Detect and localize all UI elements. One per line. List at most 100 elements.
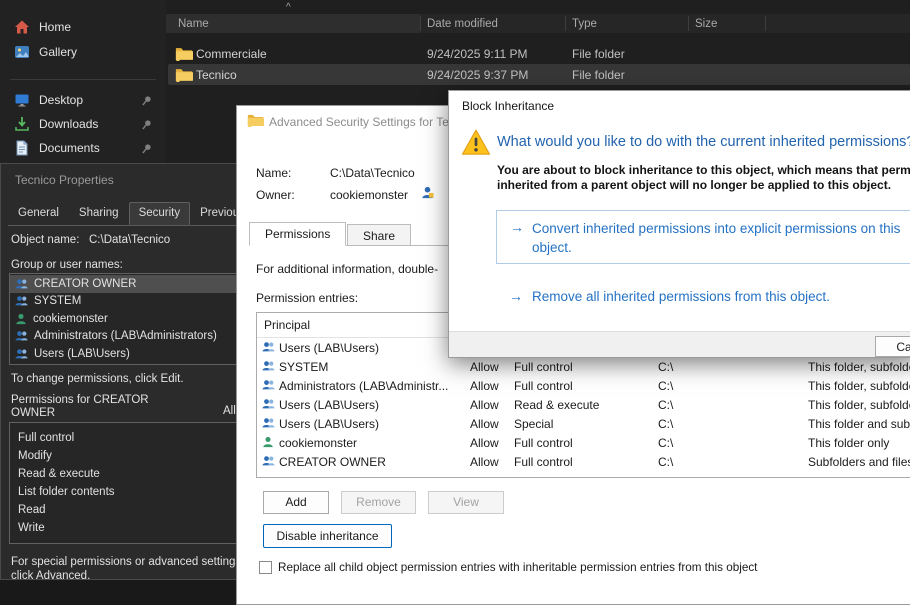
group-icon <box>262 360 275 372</box>
column-header-type[interactable]: Type <box>572 18 597 30</box>
column-header-date-modified[interactable]: Date modified <box>427 18 498 30</box>
replace-permissions-checkbox[interactable] <box>259 561 272 574</box>
permission-label: Read <box>18 504 46 516</box>
entry-applies-to: This folder, subfolde... <box>808 398 910 412</box>
permission-label: Write <box>18 522 45 534</box>
list-item-label: SYSTEM <box>34 295 81 307</box>
group-icon <box>15 330 28 342</box>
convert-option-label: Convert inherited permissions into expli… <box>532 219 910 257</box>
tab-general[interactable]: General <box>8 202 69 225</box>
group-icon <box>262 398 275 410</box>
dialog-body-line2: inherited from a parent object will no l… <box>497 178 891 192</box>
tab-security[interactable]: Security <box>129 202 191 225</box>
entry-applies-to: This folder, subfolde... <box>808 360 910 374</box>
cancel-button[interactable]: Cancel <box>875 336 910 357</box>
permission-label: Modify <box>18 450 52 462</box>
desktop-icon <box>14 92 30 108</box>
entry-applies-to: This folder, subfolde... <box>808 379 910 393</box>
add-button[interactable]: Add <box>263 491 329 514</box>
dialog-title: Advanced Security Settings for Tecnico <box>269 115 477 129</box>
folder-icon <box>175 46 193 61</box>
convert-permissions-option[interactable]: → Convert inherited permissions into exp… <box>496 210 910 264</box>
entry-type: Allow <box>470 398 499 412</box>
sidebar-item-home[interactable]: Home <box>5 15 161 39</box>
column-header-principal[interactable]: Principal <box>264 318 310 332</box>
file-name: Commerciale <box>196 47 267 61</box>
name-label: Name: <box>256 166 291 180</box>
entry-access: Full control <box>514 360 573 374</box>
sidebar-item-desktop[interactable]: Desktop <box>5 88 161 112</box>
sort-ascending-icon: ^ <box>286 2 291 13</box>
additional-info-text: For additional information, double- <box>256 262 438 276</box>
entry-inherited-from: C:\ <box>658 417 673 431</box>
group-icon <box>262 379 275 391</box>
object-name-value: C:\Data\Tecnico <box>89 234 170 246</box>
remove-permissions-option[interactable]: → Remove all inherited permissions from … <box>509 287 830 306</box>
object-name-label: Object name: <box>11 234 79 246</box>
permission-entry-row[interactable]: Users (LAB\Users) Allow Read & execute C… <box>257 395 910 414</box>
entry-principal: Users (LAB\Users) <box>279 341 379 355</box>
file-type: File folder <box>572 68 625 82</box>
permission-entry-row[interactable]: cookiemonster Allow Full control C:\ Thi… <box>257 433 910 452</box>
permission-entry-row[interactable]: Administrators (LAB\Administr... Allow F… <box>257 376 910 395</box>
column-header-name[interactable]: Name <box>178 18 209 30</box>
name-value: C:\Data\Tecnico <box>330 166 415 180</box>
entry-principal: Administrators (LAB\Administr... <box>279 379 448 393</box>
tab-permissions[interactable]: Permissions <box>249 222 346 246</box>
column-divider[interactable] <box>565 16 566 31</box>
entry-inherited-from: C:\ <box>658 455 673 469</box>
column-divider[interactable] <box>420 16 421 31</box>
entry-applies-to: This folder and subfo... <box>808 417 910 431</box>
tab-sharing[interactable]: Sharing <box>69 202 129 225</box>
arrow-icon: → <box>510 219 524 235</box>
warning-icon <box>461 129 491 156</box>
edit-hint-text: To change permissions, click Edit. <box>11 373 184 385</box>
permission-label: Read & execute <box>18 468 100 480</box>
sidebar-item-label: Documents <box>39 141 100 155</box>
entry-inherited-from: C:\ <box>658 379 673 393</box>
file-date-modified: 9/24/2025 9:11 PM <box>427 47 528 61</box>
entry-principal: Users (LAB\Users) <box>279 398 379 412</box>
column-divider[interactable] <box>765 16 766 31</box>
permission-entry-row[interactable]: CREATOR OWNER Allow Full control C:\ Sub… <box>257 452 910 471</box>
list-item-label: CREATOR OWNER <box>34 278 136 290</box>
folder-icon <box>247 113 264 127</box>
documents-icon <box>14 140 30 156</box>
list-item-label: cookiemonster <box>33 313 108 325</box>
group-icon <box>262 417 275 429</box>
column-divider[interactable] <box>688 16 689 31</box>
sidebar-item-label: Desktop <box>39 93 83 107</box>
tab-share[interactable]: Share <box>347 224 411 246</box>
file-row-commerciale[interactable]: Commerciale 9/24/2025 9:11 PM File folde… <box>168 43 910 64</box>
file-row-tecnico[interactable]: Tecnico 9/24/2025 9:37 PM File folder <box>168 64 910 85</box>
entry-applies-to: This folder only <box>808 436 889 450</box>
permission-entry-row[interactable]: SYSTEM Allow Full control C:\ This folde… <box>257 357 910 376</box>
sidebar-item-gallery[interactable]: Gallery <box>5 40 161 64</box>
view-button[interactable]: View <box>428 491 504 514</box>
file-name: Tecnico <box>196 68 237 82</box>
file-list-header: ^ Name Date modified Type Size <box>166 14 910 33</box>
sidebar-item-downloads[interactable]: Downloads <box>5 112 161 136</box>
entry-inherited-from: C:\ <box>658 436 673 450</box>
entry-access: Special <box>514 417 553 431</box>
arrow-icon: → <box>509 288 523 304</box>
owner-value: cookiemonster <box>330 188 408 202</box>
entry-principal: Users (LAB\Users) <box>279 417 379 431</box>
sidebar-item-documents[interactable]: Documents <box>5 136 161 160</box>
owner-label: Owner: <box>256 188 295 202</box>
disable-inheritance-button[interactable]: Disable inheritance <box>263 524 392 548</box>
permission-entry-row[interactable]: Users (LAB\Users) Allow Special C:\ This… <box>257 414 910 433</box>
entry-access: Read & execute <box>514 398 599 412</box>
remove-button[interactable]: Remove <box>341 491 416 514</box>
column-header-size[interactable]: Size <box>695 18 717 30</box>
sidebar-item-label: Gallery <box>39 45 77 59</box>
entry-access: Full control <box>514 379 573 393</box>
sidebar-separator <box>10 79 156 80</box>
home-icon <box>14 19 30 35</box>
entry-type: Allow <box>470 417 499 431</box>
user-icon <box>262 436 274 448</box>
sidebar-item-label: Downloads <box>39 117 98 131</box>
sidebar-item-label: Home <box>39 20 71 34</box>
replace-permissions-label: Replace all child object permission entr… <box>278 561 757 574</box>
dialog-footer: Cancel <box>449 331 910 358</box>
